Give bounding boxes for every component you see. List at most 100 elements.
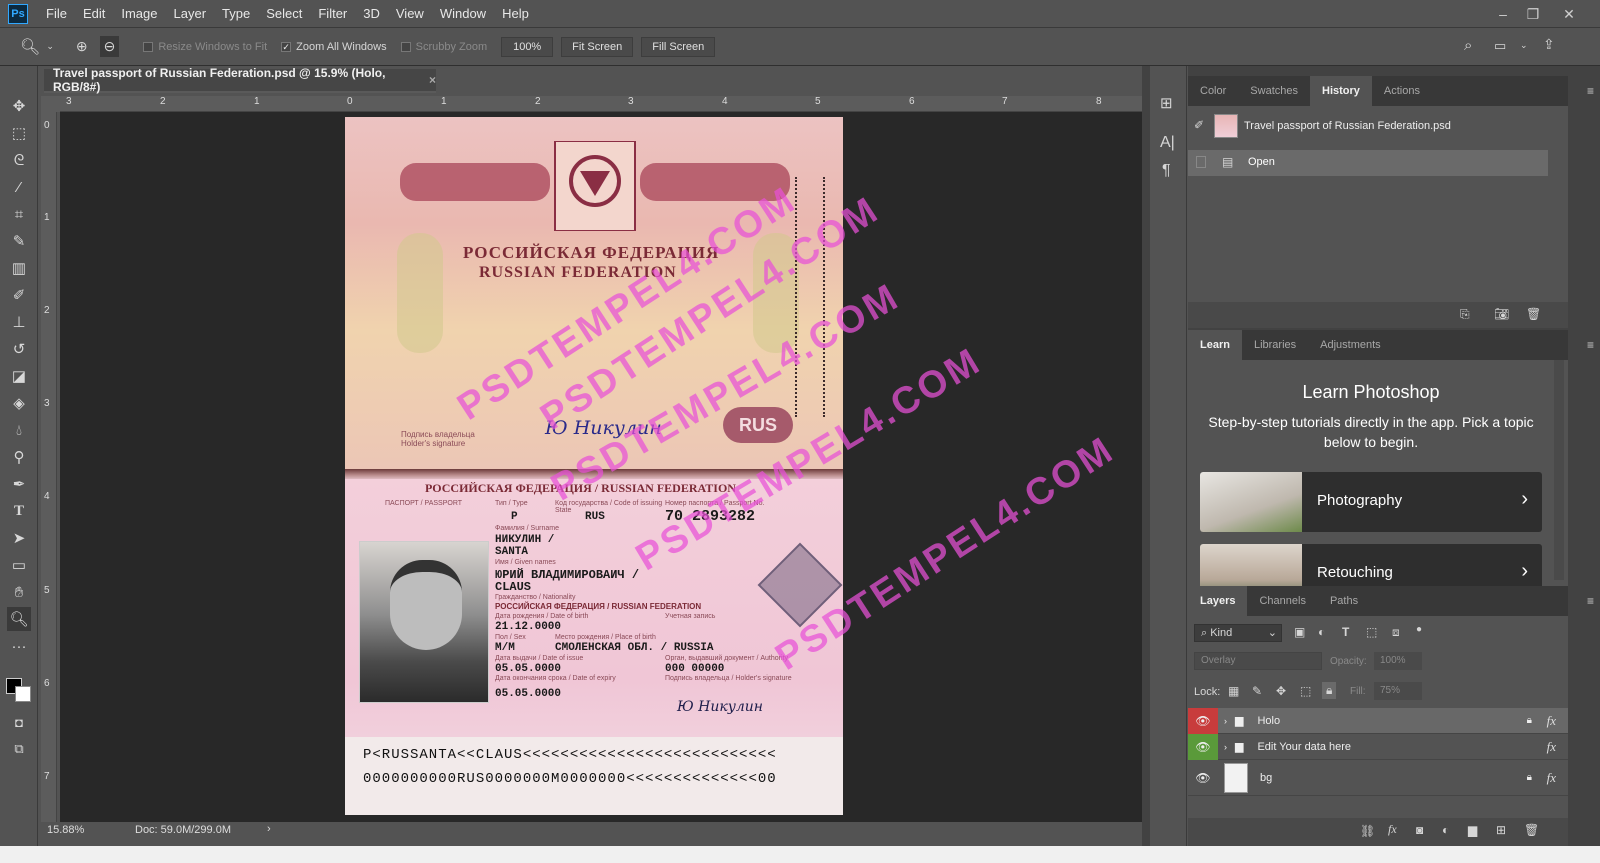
eraser-icon[interactable]: ◪ — [7, 364, 31, 388]
filter-kind-select[interactable]: ⌕ Kind ⌄ — [1194, 624, 1282, 642]
trash-icon[interactable]: 🗑︎ — [1526, 307, 1541, 321]
close-icon[interactable]: ✕ — [1554, 0, 1584, 28]
chevron-down-icon[interactable]: ⌄ — [1520, 40, 1528, 51]
new-group-icon[interactable]: ▆ — [1468, 823, 1477, 837]
layer-row-bg[interactable]: 👁︎ bg 🔒︎ fx — [1188, 760, 1568, 796]
restore-icon[interactable]: ❐ — [1518, 0, 1548, 28]
stamp-tool-icon[interactable]: ⊥ — [7, 310, 31, 334]
lock-position-icon[interactable]: ✥ — [1276, 684, 1286, 698]
new-document-from-state-icon[interactable]: ⎘ — [1460, 307, 1470, 322]
menu-window[interactable]: Window — [432, 0, 494, 28]
fill-field[interactable]: 75% — [1374, 682, 1422, 700]
expand-arrow-icon[interactable]: › — [1224, 716, 1227, 726]
tab-layers[interactable]: Layers — [1188, 586, 1248, 616]
close-tab-icon[interactable]: × — [429, 73, 436, 87]
panel-menu-icon[interactable]: ≡ — [1587, 594, 1594, 608]
path-selection-icon[interactable]: ➤ — [7, 526, 31, 550]
menu-file[interactable]: File — [38, 0, 75, 28]
zoom-tool-icon[interactable]: 🔍︎ — [20, 37, 40, 57]
layer-mask-icon[interactable]: ◙ — [1416, 823, 1423, 837]
history-checkbox[interactable] — [1196, 156, 1206, 168]
search-icon[interactable]: ⌕ — [1464, 37, 1472, 54]
document-tab[interactable]: Travel passport of Russian Federation.ps… — [44, 66, 436, 94]
layer-row-edit-data[interactable]: 👁︎ › ▆ Edit Your data here fx — [1188, 733, 1568, 760]
tab-history[interactable]: History — [1310, 76, 1372, 106]
workspace-icon[interactable]: ▭ — [1494, 38, 1506, 54]
type-tool-icon[interactable]: T — [7, 499, 31, 523]
tab-swatches[interactable]: Swatches — [1238, 76, 1310, 106]
filter-shape-icon[interactable]: ⬚ — [1366, 625, 1377, 639]
zoom-level[interactable]: 15.88% — [47, 824, 84, 836]
paragraph-icon[interactable]: ¶ — [1162, 162, 1171, 180]
tab-actions[interactable]: Actions — [1372, 76, 1432, 106]
magic-wand-icon[interactable]: ⁄ — [7, 175, 31, 199]
menu-select[interactable]: Select — [258, 0, 310, 28]
zoom-all-windows-checkbox[interactable]: ✓ Zoom All Windows — [281, 41, 387, 53]
zoom-out-icon[interactable]: ⊖ — [99, 36, 120, 57]
panel-divider[interactable] — [1142, 66, 1150, 846]
panel-menu-icon[interactable]: ≡ — [1587, 338, 1594, 352]
chevron-down-icon[interactable]: ⌄ — [46, 41, 54, 52]
move-tool-icon[interactable]: ✥ — [7, 94, 31, 118]
history-brush-source-icon[interactable]: ✐ — [1194, 118, 1204, 132]
camera-icon[interactable]: 📷︎ — [1494, 307, 1509, 321]
visibility-eye-icon[interactable]: 👁︎ — [1188, 760, 1218, 796]
expand-arrow-icon[interactable]: › — [1224, 742, 1227, 752]
panel-icon[interactable]: ⊞ — [1160, 94, 1173, 112]
new-layer-icon[interactable]: ⊞ — [1496, 823, 1506, 837]
resize-windows-checkbox[interactable]: Resize Windows to Fit — [143, 41, 267, 53]
character-icon[interactable]: A| — [1160, 134, 1175, 152]
fx-icon[interactable]: fx — [1547, 713, 1556, 729]
dodge-tool-icon[interactable]: ⚲ — [7, 445, 31, 469]
learn-card-photography[interactable]: Photography › — [1200, 472, 1542, 532]
filter-smart-object-icon[interactable]: ⧈ — [1392, 625, 1400, 640]
filter-adjustment-icon[interactable]: ◐ — [1318, 625, 1325, 639]
filter-type-icon[interactable]: T — [1342, 625, 1349, 639]
tab-channels[interactable]: Channels — [1247, 586, 1317, 616]
lock-transparent-icon[interactable]: ▦ — [1228, 684, 1239, 698]
fx-icon[interactable]: fx — [1547, 739, 1556, 755]
delete-layer-icon[interactable]: 🗑︎ — [1524, 823, 1539, 837]
fit-screen-button[interactable]: Fit Screen — [561, 36, 634, 57]
fill-screen-button[interactable]: Fill Screen — [641, 36, 716, 57]
crop-tool-icon[interactable]: ⌗ — [7, 202, 31, 226]
fx-icon[interactable]: fx — [1388, 822, 1397, 837]
learn-scrollbar[interactable] — [1554, 360, 1564, 580]
chevron-right-icon[interactable]: › — [267, 823, 271, 835]
lock-artboard-icon[interactable]: ⬚ — [1300, 684, 1311, 698]
menu-help[interactable]: Help — [494, 0, 537, 28]
history-state-open[interactable]: ▤ Open — [1188, 150, 1548, 176]
lock-all-icon[interactable]: 🔒︎ — [1322, 682, 1337, 699]
screen-mode-icon[interactable]: ⧉ — [7, 737, 31, 761]
menu-3d[interactable]: 3D — [355, 0, 388, 28]
filter-toggle-icon[interactable]: ● — [1416, 624, 1422, 635]
menu-view[interactable]: View — [388, 0, 432, 28]
menu-filter[interactable]: Filter — [310, 0, 355, 28]
hand-tool-icon[interactable]: ✋︎ — [7, 580, 31, 604]
paint-bucket-icon[interactable]: ◈ — [7, 391, 31, 415]
menu-edit[interactable]: Edit — [75, 0, 113, 28]
scrubby-zoom-checkbox[interactable]: Scrubby Zoom — [400, 41, 487, 53]
history-snapshot-name[interactable]: Travel passport of Russian Federation.ps… — [1244, 120, 1451, 132]
blend-mode-select[interactable]: Overlay — [1194, 652, 1322, 670]
visibility-eye-icon[interactable]: 👁︎ — [1188, 707, 1218, 734]
blur-tool-icon[interactable]: 💧︎ — [7, 418, 31, 442]
tab-paths[interactable]: Paths — [1318, 586, 1370, 616]
tab-learn[interactable]: Learn — [1188, 330, 1242, 360]
rectangle-tool-icon[interactable]: ▭ — [7, 553, 31, 577]
opacity-field[interactable]: 100% — [1374, 652, 1422, 670]
zoom-in-icon[interactable]: ⊕ — [76, 38, 88, 55]
fx-icon[interactable]: fx — [1547, 770, 1556, 786]
menu-layer[interactable]: Layer — [166, 0, 215, 28]
quick-mask-icon[interactable]: ◘ — [7, 710, 31, 734]
minimize-icon[interactable]: – — [1488, 0, 1518, 28]
lasso-tool-icon[interactable]: ᘓ — [7, 148, 31, 172]
zoom-value-field[interactable]: 100% — [501, 36, 554, 57]
visibility-eye-icon[interactable]: 👁︎ — [1188, 733, 1218, 760]
tab-libraries[interactable]: Libraries — [1242, 330, 1308, 360]
more-tools-icon[interactable]: ··· — [7, 634, 31, 658]
layer-row-holo[interactable]: 👁︎ › ▆ Holo 🔒︎ fx — [1188, 707, 1568, 734]
menu-type[interactable]: Type — [214, 0, 258, 28]
panel-menu-icon[interactable]: ≡ — [1587, 84, 1594, 98]
brush-tool-icon[interactable]: ✐ — [7, 283, 31, 307]
